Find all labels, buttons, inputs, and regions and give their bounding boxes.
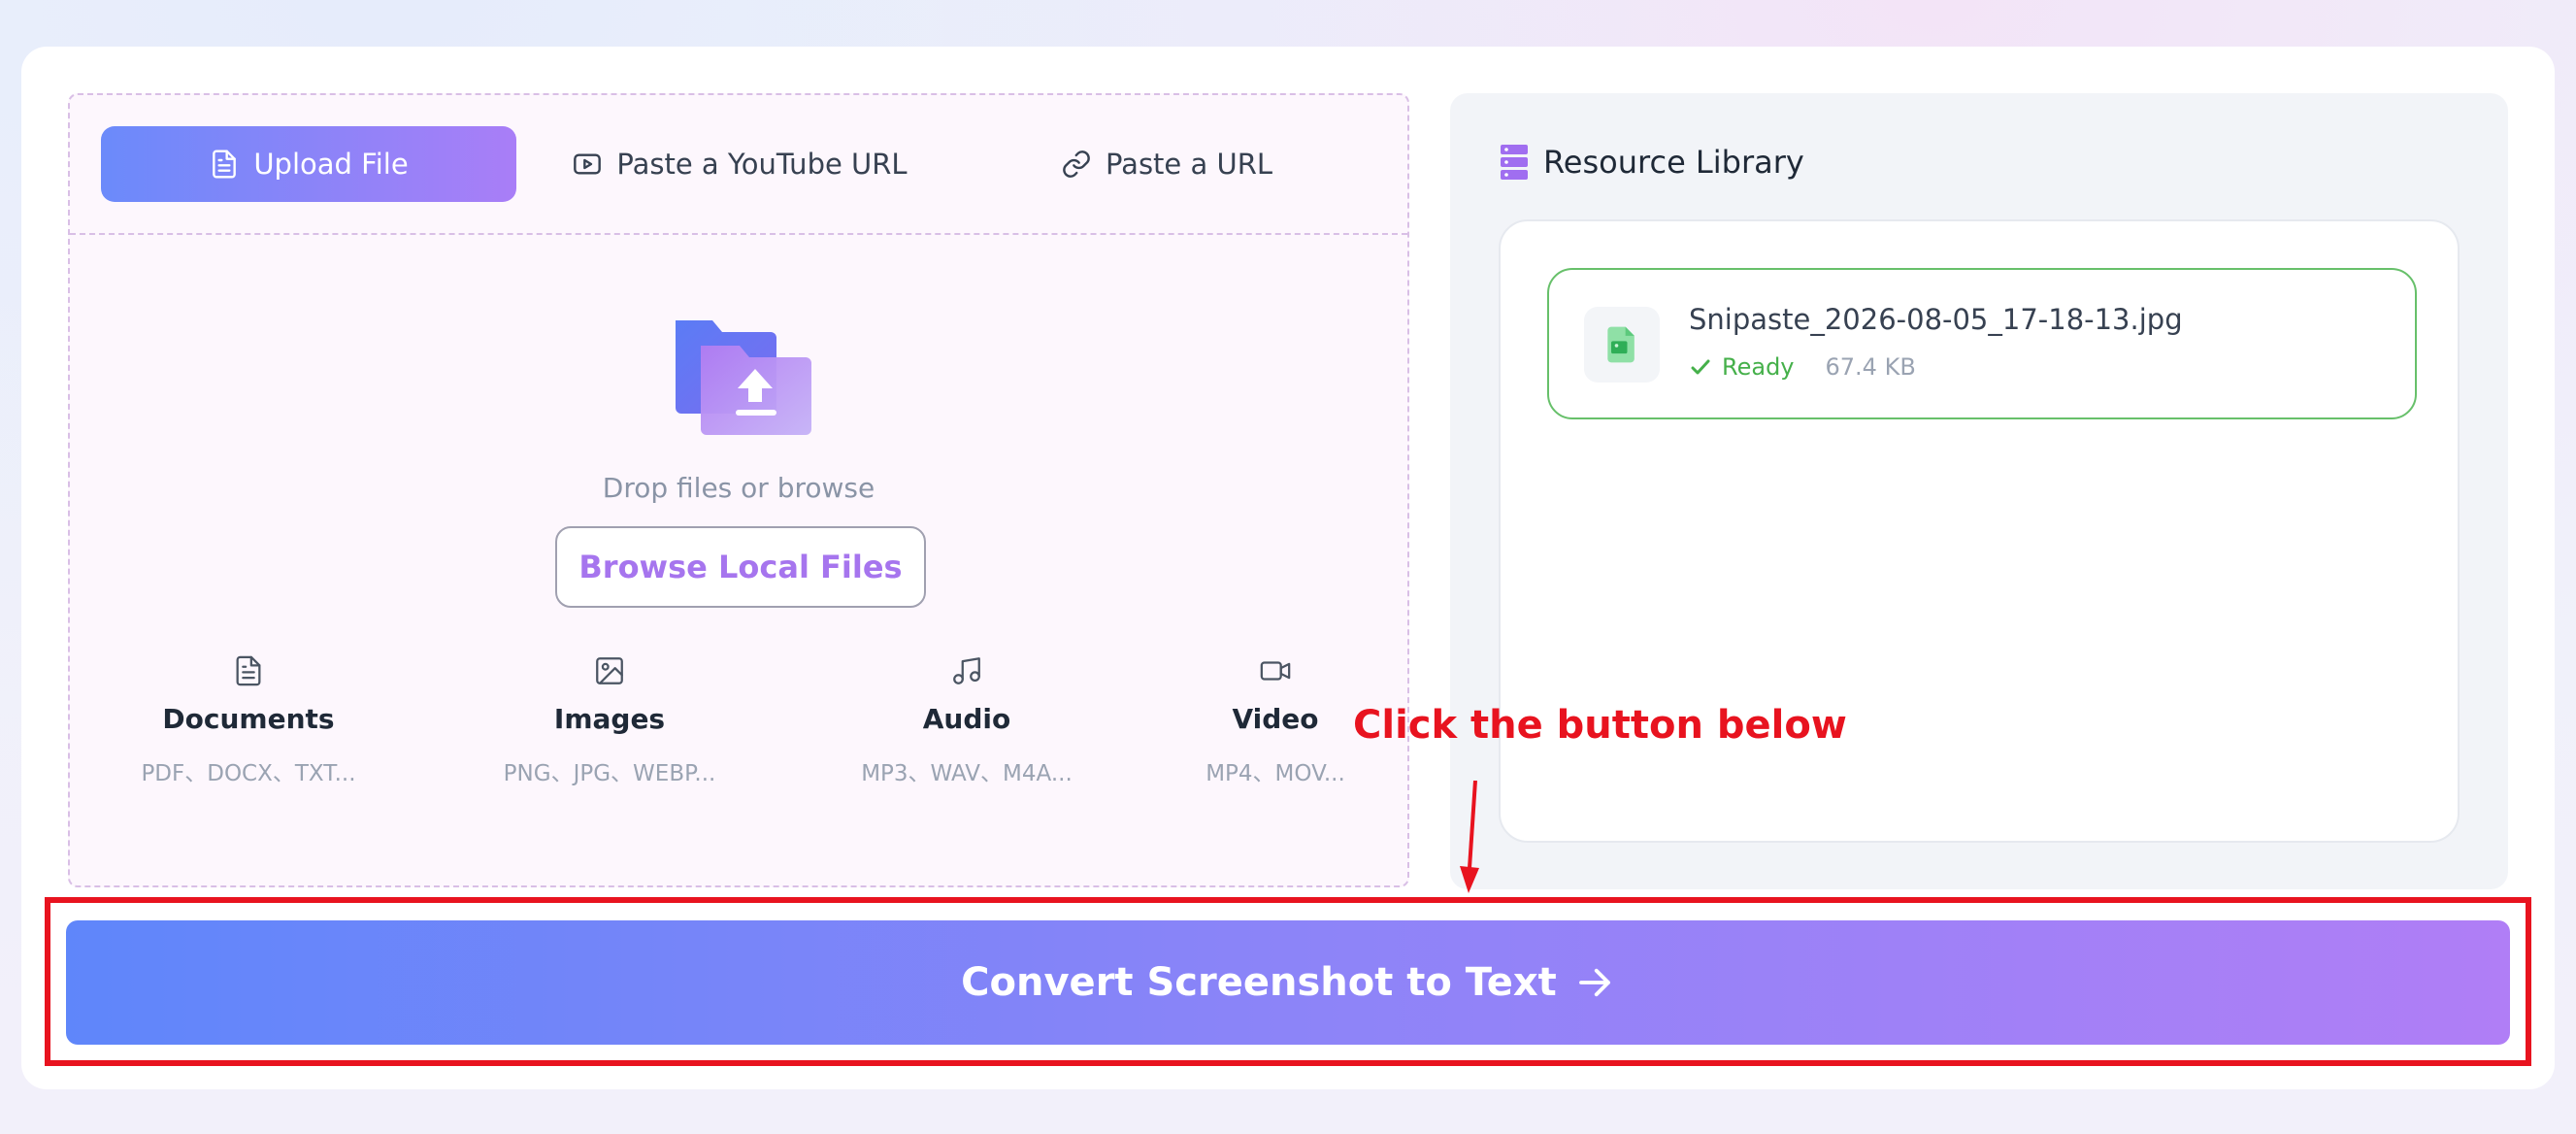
server-icon <box>1501 145 1528 180</box>
library-file-item[interactable]: Snipaste_2026-08-05_17-18-13.jpg Ready 6… <box>1547 268 2417 419</box>
drop-instructions: Drop files or browse <box>602 472 875 504</box>
folder-upload-icon <box>676 320 811 435</box>
file-type-extensions: MP3、WAV、M4A... <box>861 761 1073 786</box>
file-type-audio: Audio MP3、WAV、M4A... <box>821 654 1112 787</box>
file-type-name: Documents <box>162 703 335 735</box>
file-type-images: Images PNG、JPG、WEBP... <box>464 654 755 787</box>
file-type-extensions: MP4、MOV... <box>1205 761 1345 786</box>
youtube-icon <box>574 153 602 175</box>
file-type-name: Audio <box>922 703 1011 735</box>
arrow-down-icon <box>1460 781 1479 893</box>
tab-label: Upload File <box>253 148 409 181</box>
status-badge: Ready <box>1722 353 1795 381</box>
file-size: 67.4 KB <box>1825 353 1916 381</box>
browse-local-files-button[interactable]: Browse Local Files <box>555 526 926 608</box>
file-type-extensions: PNG、JPG、WEBP... <box>503 761 716 786</box>
file-type-name: Images <box>553 703 666 735</box>
image-file-icon <box>1584 307 1660 383</box>
tab-label: Paste a URL <box>1105 148 1273 181</box>
document-icon <box>213 150 237 179</box>
video-icon <box>1260 661 1291 681</box>
document-icon <box>236 655 261 686</box>
tab-youtube-url[interactable]: Paste a YouTube URL <box>555 126 924 202</box>
link-icon <box>1063 150 1090 178</box>
library-header: Resource Library <box>1501 144 1804 181</box>
convert-button-label: Convert Screenshot to Text <box>961 960 1557 1005</box>
library-list: Snipaste_2026-08-05_17-18-13.jpg Ready 6… <box>1499 219 2460 843</box>
resource-library: Resource Library Snipaste_2026-08-05_17-… <box>1450 93 2508 889</box>
tab-label: Paste a YouTube URL <box>616 148 908 181</box>
file-name: Snipaste_2026-08-05_17-18-13.jpg <box>1689 303 2183 336</box>
library-title: Resource Library <box>1543 144 1804 181</box>
tab-upload-file[interactable]: Upload File <box>101 126 516 202</box>
image-icon <box>596 657 623 684</box>
convert-screenshot-button[interactable]: Convert Screenshot to Text <box>66 920 2510 1045</box>
upload-panel: Upload File Paste a YouTube URL Paste a … <box>68 93 1409 887</box>
music-icon <box>953 657 980 684</box>
annotation-callout: Click the button below <box>1353 703 1847 748</box>
tab-paste-url[interactable]: Paste a URL <box>1040 126 1293 202</box>
source-tabs: Upload File Paste a YouTube URL Paste a … <box>70 95 1407 235</box>
check-icon <box>1691 359 1710 375</box>
file-meta: Ready 67.4 KB <box>1689 353 1916 381</box>
file-type-documents: Documents PDF、DOCX、TXT... <box>103 654 394 787</box>
arrow-right-icon <box>1578 968 1610 997</box>
file-type-extensions: PDF、DOCX、TXT... <box>141 761 356 786</box>
